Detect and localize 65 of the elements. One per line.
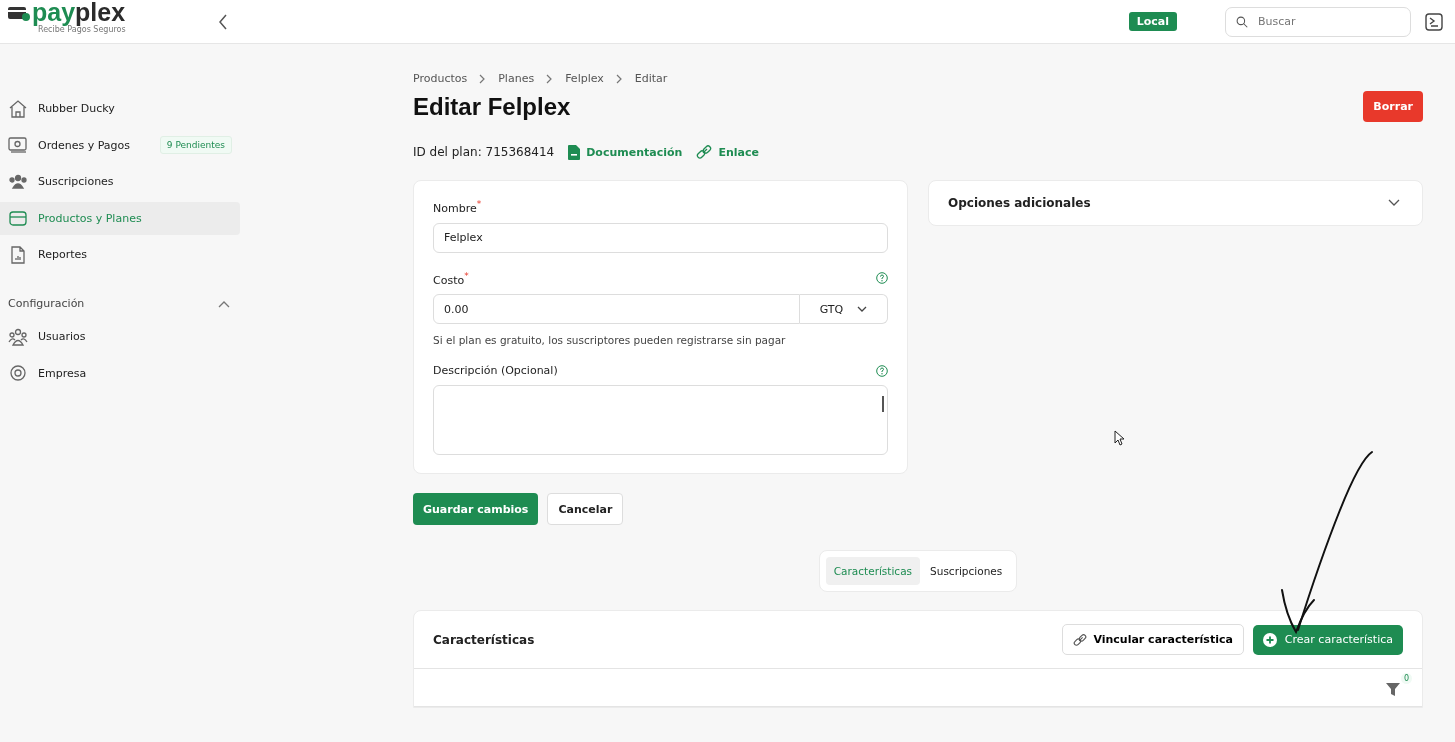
sidebar-item[interactable]: Usuarios xyxy=(0,320,240,354)
document-icon xyxy=(568,144,581,160)
link-icon xyxy=(696,144,713,160)
accordion-header[interactable]: Opciones adicionales xyxy=(928,180,1423,226)
plan-id: ID del plan: 715368414 xyxy=(413,145,555,159)
sidebar-item[interactable]: Ordenes y Pagos 9 Pendientes xyxy=(0,128,240,162)
field-label: Nombre$^{*}$ xyxy=(433,199,482,215)
cancel-button[interactable]: Cancelar xyxy=(547,493,624,526)
chevron-icon xyxy=(479,73,487,84)
logo-text: payplex xyxy=(32,0,126,25)
breadcrumb-item[interactable]: Productos xyxy=(413,72,468,85)
filter-icon xyxy=(1384,681,1401,698)
breadcrumb-item[interactable]: Felplex xyxy=(565,72,604,85)
tab[interactable]: Suscripciones xyxy=(922,557,1011,586)
field-hint: Si el plan es gratuito, los suscriptores pueden registrarse sin pagar xyxy=(433,334,787,347)
field-label: Costo$^{*}$ xyxy=(433,270,469,287)
people-icon xyxy=(8,172,28,191)
terminal-icon[interactable] xyxy=(1425,12,1443,31)
sidebar-item[interactable]: Suscripciones xyxy=(0,165,240,199)
chevron-icon xyxy=(218,299,230,308)
money-icon xyxy=(8,136,28,155)
link[interactable]: Enlace xyxy=(696,144,759,160)
sidebar-item[interactable]: Empresa xyxy=(0,356,240,390)
report-icon xyxy=(8,245,28,264)
chevron-icon xyxy=(1388,199,1400,207)
collapse-icon[interactable] xyxy=(218,13,228,30)
panel-title: Características xyxy=(433,632,536,647)
sidebar-item[interactable]: Productos y Planes xyxy=(0,201,240,235)
create-feature-button[interactable]: Crear característica xyxy=(1252,624,1403,655)
page-title: Editar Felplex xyxy=(413,92,571,121)
environment-badge: Local xyxy=(1128,12,1177,31)
name-field[interactable]: Felplex xyxy=(433,222,888,253)
chevron-icon xyxy=(615,73,623,84)
documentation-link[interactable]: Documentación xyxy=(568,144,683,160)
breadcrumb-item[interactable]: Planes xyxy=(498,72,535,85)
description-field[interactable] xyxy=(433,385,888,456)
chevron-icon xyxy=(857,306,868,313)
pending-badge: 9 Pendientes xyxy=(159,136,232,155)
link-icon xyxy=(1073,632,1088,647)
save-button[interactable]: Guardar cambios xyxy=(413,493,539,526)
help-icon[interactable] xyxy=(876,364,888,377)
search-field[interactable]: Buscar xyxy=(1256,14,1400,29)
tab[interactable]: Características xyxy=(825,557,921,586)
help-icon[interactable] xyxy=(876,272,888,285)
credit-card-icon xyxy=(8,5,30,21)
chevron-icon xyxy=(546,73,554,84)
mouse-cursor-icon xyxy=(1114,430,1125,446)
box-icon xyxy=(8,209,28,228)
sidebar-item[interactable]: Rubber Ducky xyxy=(0,92,240,125)
sidebar-item[interactable]: Reportes xyxy=(0,238,240,272)
logo-tagline: Recibe Pagos Seguros xyxy=(38,25,126,34)
delete-button[interactable]: Borrar xyxy=(1363,91,1423,122)
gear-icon xyxy=(8,364,28,383)
link-feature-button[interactable]: Vincular característica xyxy=(1062,624,1244,656)
users-icon xyxy=(8,327,28,346)
filter-button[interactable] xyxy=(1384,681,1401,698)
breadcrumb-item: Editar xyxy=(634,72,668,85)
search-box[interactable]: Buscar xyxy=(1225,6,1411,37)
plus-icon xyxy=(1262,632,1277,647)
section-header[interactable]: Configuración xyxy=(0,297,240,311)
currency-select[interactable]: GTQ xyxy=(800,294,888,325)
cost-field[interactable]: 0.00 xyxy=(433,294,800,325)
field-label: Descripción (Opcional) xyxy=(433,364,558,378)
filter-count: 0 xyxy=(1400,673,1412,685)
home-icon xyxy=(8,99,28,118)
